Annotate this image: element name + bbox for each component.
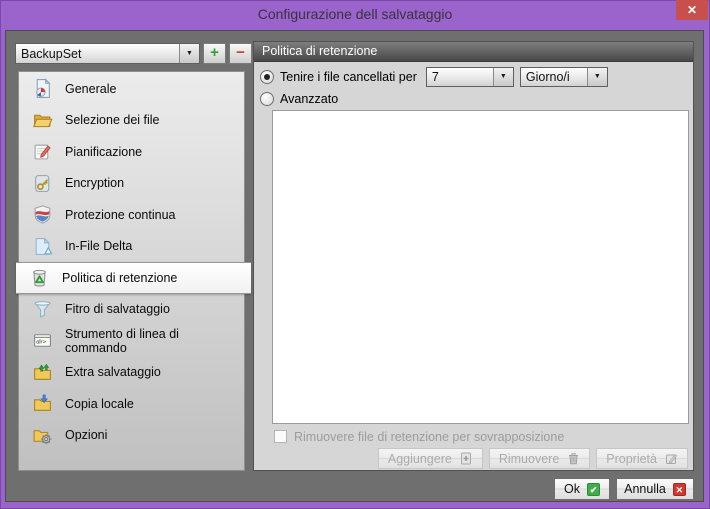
add-file-icon: [460, 452, 473, 465]
backupset-dropdown[interactable]: BackupSet ▼: [15, 43, 200, 64]
folder-upload-icon: [32, 362, 53, 383]
folder-open-icon: [32, 110, 53, 131]
folder-download-icon: [32, 393, 53, 414]
retention-days-value: 7: [431, 69, 439, 84]
check-icon: ✔: [586, 482, 600, 496]
sidebar-item-label: Generale: [65, 81, 117, 96]
panel-header: Politica di retenzione: [254, 42, 693, 62]
sidebar-item-label: Copia locale: [65, 396, 134, 411]
retention-unit-value: Giorno/i: [525, 69, 570, 84]
chevron-down-icon[interactable]: ▼: [179, 44, 199, 63]
retention-days-dropdown[interactable]: 7 ▼: [425, 66, 514, 87]
sidebar-item-in-file-delta[interactable]: In-File Delta: [19, 231, 244, 263]
add-button-label: Aggiungere: [387, 451, 452, 466]
sidebar-item-encryption[interactable]: Encryption: [19, 168, 244, 200]
key-icon: [32, 173, 53, 194]
edit-icon: [665, 452, 678, 465]
sidebar-item-copia-locale[interactable]: Copia locale: [19, 388, 244, 420]
sidebar-item-label: Pianificazione: [65, 144, 143, 159]
add-backupset-button[interactable]: +: [203, 43, 226, 64]
sidebar-item-label: Fitro di salvataggio: [65, 302, 170, 317]
sidebar-item-label: Politica di retenzione: [62, 270, 178, 285]
titlebar: Configurazione dell salvataggio ✕: [0, 0, 710, 30]
remove-backupset-button[interactable]: −: [229, 43, 252, 64]
remove-button[interactable]: Rimuovere: [488, 448, 591, 469]
chevron-down-icon[interactable]: ▼: [586, 67, 607, 86]
trash-icon: [567, 452, 580, 465]
sidebar-item-label: Encryption: [65, 176, 125, 191]
keep-deleted-files-radio[interactable]: [260, 69, 274, 84]
properties-button[interactable]: Proprietà: [596, 448, 688, 469]
sidebar-item-generale[interactable]: Generale: [19, 73, 244, 105]
ok-button-label: Ok: [564, 482, 580, 496]
ok-button[interactable]: Ok ✔: [554, 478, 610, 500]
general-report-icon: [32, 78, 53, 99]
sidebar-item-label: Opzioni: [65, 428, 108, 443]
advanced-radio-label: Avanzzato: [280, 92, 339, 106]
close-icon: ✕: [686, 3, 698, 17]
add-button[interactable]: Aggiungere: [377, 448, 483, 469]
command-prompt-icon: dir>: [32, 330, 53, 351]
sidebar: Generale Selezione dei file Pianificazio…: [16, 71, 251, 471]
minus-icon: −: [236, 44, 245, 61]
chevron-down-icon[interactable]: ▼: [492, 67, 513, 86]
remove-overlap-checkbox-label: Rimuovere file di retenzione per sovrapp…: [294, 429, 565, 444]
dialog-title: Configurazione dell salvataggio: [257, 6, 453, 22]
sidebar-item-label: In-File Delta: [65, 239, 133, 254]
sidebar-item-protezione-continua[interactable]: Protezione continua: [19, 199, 244, 231]
properties-button-label: Proprietà: [606, 451, 657, 466]
folder-gear-icon: [32, 425, 53, 446]
backupset-dropdown-value: BackupSet: [21, 46, 82, 61]
retention-unit-dropdown[interactable]: Giorno/i ▼: [519, 66, 608, 87]
delta-file-icon: [32, 236, 53, 257]
cancel-button[interactable]: Annulla ✕: [616, 478, 694, 500]
sidebar-item-opzioni[interactable]: Opzioni: [19, 420, 244, 452]
sidebar-item-politica-di-retenzione[interactable]: Politica di retenzione: [16, 262, 251, 294]
sidebar-item-selezione-dei-file[interactable]: Selezione dei file: [19, 105, 244, 137]
sidebar-item-label: Strumento di linea di commando: [65, 326, 179, 355]
cancel-button-label: Annulla: [624, 482, 666, 496]
funnel-icon: [32, 299, 53, 320]
sidebar-item-pianificazione[interactable]: Pianificazione: [19, 136, 244, 168]
close-button[interactable]: ✕: [676, 0, 708, 20]
sidebar-item-extra-salvataggio[interactable]: Extra salvataggio: [19, 357, 244, 389]
shield-icon: [32, 204, 53, 225]
keep-deleted-files-label: Tenire i file cancellati per: [280, 69, 417, 84]
plus-icon: +: [210, 44, 219, 61]
svg-text:dir>: dir>: [36, 340, 46, 346]
sidebar-item-strumento-di-linea-di-commando[interactable]: dir> Strumento di linea di commando: [19, 325, 244, 357]
remove-button-label: Rimuovere: [498, 451, 560, 466]
sidebar-item-label: Protezione continua: [65, 207, 176, 222]
sidebar-item-label: Extra salvataggio: [65, 365, 161, 380]
dialog-body: BackupSet ▼ + − Generale Selezione dei f…: [5, 30, 704, 502]
schedule-note-pencil-icon: [32, 141, 53, 162]
backup-configuration-dialog: Configurazione dell salvataggio ✕ Backup…: [0, 0, 710, 509]
list-action-buttons: Aggiungere Rimuovere Proprietà: [377, 448, 688, 469]
recycle-bin-icon: [29, 267, 50, 288]
sidebar-item-label: Selezione dei file: [65, 113, 160, 128]
advanced-radio[interactable]: [260, 92, 274, 106]
remove-overlap-checkbox[interactable]: [274, 430, 287, 443]
advanced-retention-list[interactable]: [272, 110, 689, 424]
sidebar-item-fitro-di-salvataggio[interactable]: Fitro di salvataggio: [19, 294, 244, 326]
retention-policy-panel: Politica di retenzione Tenire i file can…: [253, 41, 694, 471]
x-icon: ✕: [672, 482, 686, 496]
